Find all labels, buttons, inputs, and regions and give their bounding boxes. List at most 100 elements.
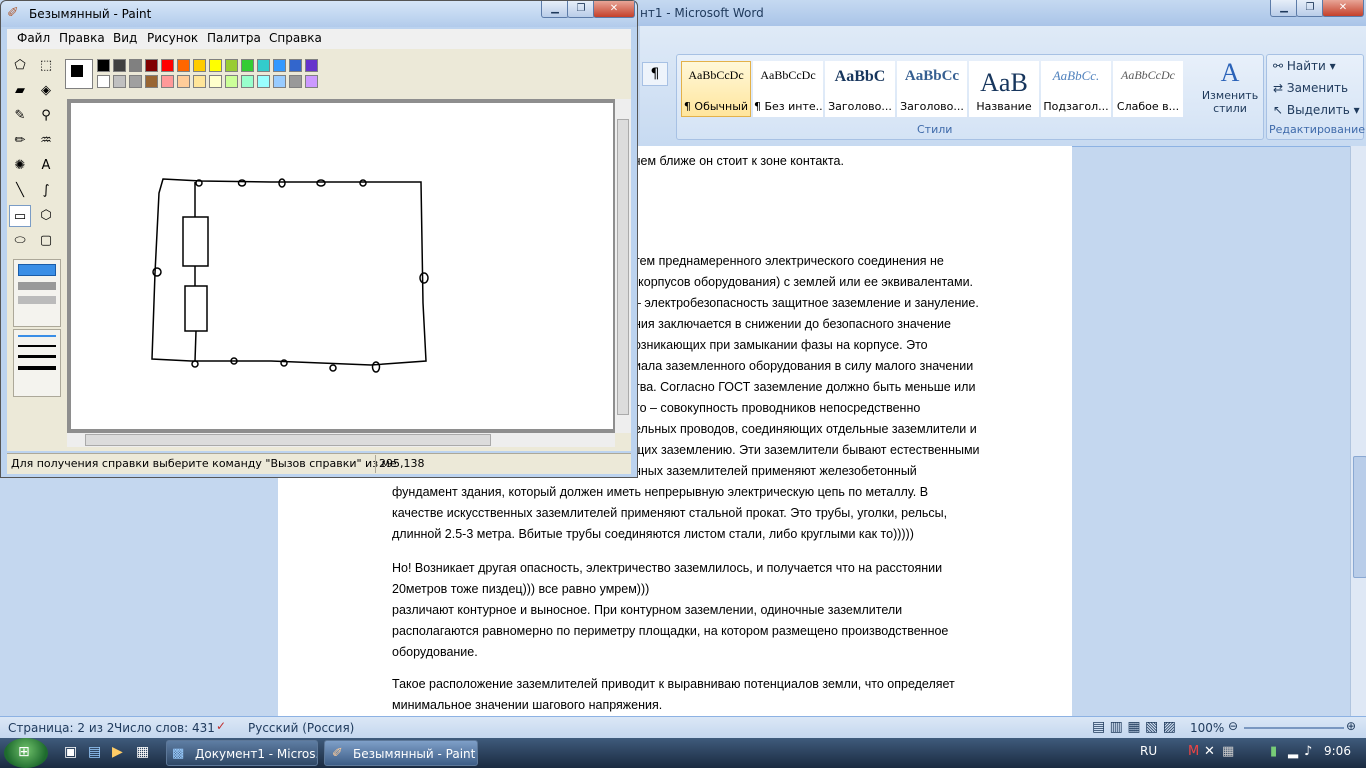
language-bar[interactable]: RU [1140, 744, 1157, 758]
rectangle-icon[interactable]: ▭ [9, 205, 31, 227]
taskbar-word[interactable]: Документ1 - Micros... [166, 740, 318, 766]
palette-swatch[interactable] [113, 75, 126, 88]
palette-swatch[interactable] [305, 75, 318, 88]
palette-swatch[interactable] [145, 59, 158, 72]
paint-titlebar[interactable]: ✐ Безымянный - Paint ▁ ❐ ✕ [1, 1, 637, 27]
style-tile[interactable]: AaBbCc. Подзагол... [1041, 61, 1111, 117]
zoom-in-icon[interactable]: ⊕ [1346, 719, 1356, 733]
word-count[interactable]: Число слов: 431 [114, 721, 215, 735]
palette-swatch[interactable] [273, 75, 286, 88]
palette-swatch[interactable] [257, 59, 270, 72]
tool-options[interactable] [13, 259, 61, 327]
eraser-icon[interactable]: ▰ [9, 80, 31, 102]
menu-palette[interactable]: Палитра [207, 31, 261, 45]
rounded-rect-icon[interactable]: ▢ [35, 230, 57, 252]
show-desktop-icon[interactable]: ▣ [64, 744, 77, 760]
start-button[interactable]: ⊞ [4, 738, 48, 768]
canvas-hscroll-thumb[interactable] [85, 434, 491, 446]
palette-swatch[interactable] [161, 75, 174, 88]
tray-network-icon[interactable]: ▦ [1222, 744, 1234, 759]
menu-edit[interactable]: Правка [59, 31, 105, 45]
palette-swatch[interactable] [129, 59, 142, 72]
line-width-options[interactable] [13, 329, 61, 397]
palette-swatch[interactable] [289, 75, 302, 88]
drawing-canvas[interactable] [71, 103, 613, 429]
palette-swatch[interactable] [289, 59, 302, 72]
palette-swatch[interactable] [97, 59, 110, 72]
zoom-level[interactable]: 100% [1190, 721, 1224, 735]
explorer-icon[interactable]: ▤ [88, 744, 101, 760]
page-count[interactable]: Страница: 2 из 2 [8, 721, 114, 735]
ellipse-icon[interactable]: ⬭ [9, 230, 31, 252]
menu-image[interactable]: Рисунок [147, 31, 198, 45]
taskbar-paint[interactable]: Безымянный - Paint [324, 740, 478, 766]
palette-swatch[interactable] [305, 59, 318, 72]
spelling-check-icon[interactable]: ✓ [216, 719, 226, 733]
palette-swatch[interactable] [209, 59, 222, 72]
palette-swatch[interactable] [193, 59, 206, 72]
signal-icon[interactable]: ▂ [1288, 744, 1298, 759]
style-tile[interactable]: AaBbC Заголово... [825, 61, 895, 117]
tray-security-icon[interactable]: ✕ [1204, 744, 1215, 759]
show-formatting-button[interactable]: ¶ [642, 62, 668, 86]
clock[interactable]: 9:06 [1324, 744, 1351, 758]
polygon-icon[interactable]: ⬡ [35, 205, 57, 227]
menu-help[interactable]: Справка [269, 31, 322, 45]
rect-select-icon[interactable]: ⬚ [35, 55, 57, 77]
color-picker-icon[interactable]: ✎ [9, 105, 31, 127]
palette-swatch[interactable] [225, 59, 238, 72]
airbrush-icon[interactable]: ✺ [9, 155, 31, 177]
palette-swatch[interactable] [241, 59, 254, 72]
curve-icon[interactable]: ∫ [35, 180, 57, 202]
style-tile[interactable]: AaB Название [969, 61, 1039, 117]
palette-swatch[interactable] [113, 59, 126, 72]
word-close-button[interactable]: ✕ [1322, 0, 1364, 17]
select-button[interactable]: ↖ Выделить ▾ [1273, 103, 1360, 117]
folder-icon[interactable]: ▦ [136, 744, 149, 760]
paint-minimize-button[interactable]: ▁ [541, 1, 569, 18]
find-button[interactable]: ⚯ Найти ▾ [1273, 59, 1336, 73]
style-tile[interactable]: AaBbCcDc ¶ Обычный [681, 61, 751, 117]
paint-maximize-button[interactable]: ❐ [567, 1, 595, 18]
media-player-icon[interactable]: ▶ [112, 744, 123, 760]
battery-icon[interactable]: ▮ [1270, 744, 1277, 759]
style-tile[interactable]: AaBbCcDc ¶ Без инте... [753, 61, 823, 117]
palette-swatch[interactable] [209, 75, 222, 88]
paint-close-button[interactable]: ✕ [593, 1, 635, 18]
menu-file[interactable]: Файл [17, 31, 50, 45]
palette-swatch[interactable] [225, 75, 238, 88]
magnifier-icon[interactable]: ⚲ [35, 105, 57, 127]
palette-swatch[interactable] [97, 75, 110, 88]
replace-button[interactable]: ⇄ Заменить [1273, 81, 1348, 95]
canvas-horizontal-scrollbar[interactable] [67, 433, 615, 447]
document-vertical-scrollbar[interactable] [1350, 146, 1366, 716]
volume-icon[interactable]: ♪ [1304, 744, 1312, 759]
palette-swatch[interactable] [273, 59, 286, 72]
palette-swatch[interactable] [161, 59, 174, 72]
language-indicator[interactable]: Русский (Россия) [248, 721, 354, 735]
menu-view[interactable]: Вид [113, 31, 137, 45]
palette-swatch[interactable] [257, 75, 270, 88]
tray-app-icon[interactable]: M [1188, 744, 1199, 759]
brush-icon[interactable]: ♒ [35, 130, 57, 152]
fill-icon[interactable]: ◈ [35, 80, 57, 102]
word-maximize-button[interactable]: ❐ [1296, 0, 1324, 17]
zoom-out-icon[interactable]: ⊖ [1228, 719, 1238, 733]
canvas-vertical-scrollbar[interactable] [615, 99, 631, 433]
line-icon[interactable]: ╲ [9, 180, 31, 202]
scrollbar-thumb[interactable] [1353, 456, 1366, 578]
style-tile[interactable]: AaBbCcDc Слабое в... [1113, 61, 1183, 117]
zoom-slider[interactable] [1244, 727, 1344, 729]
free-select-icon[interactable]: ⬠ [9, 55, 31, 77]
pencil-icon[interactable]: ✏ [9, 130, 31, 152]
palette-swatch[interactable] [129, 75, 142, 88]
palette-swatch[interactable] [193, 75, 206, 88]
word-minimize-button[interactable]: ▁ [1270, 0, 1298, 17]
text-icon[interactable]: A [35, 155, 57, 177]
palette-swatch[interactable] [145, 75, 158, 88]
change-styles-button[interactable]: A Изменить стили [1197, 57, 1263, 121]
current-colors[interactable] [65, 59, 93, 89]
palette-swatch[interactable] [241, 75, 254, 88]
view-buttons[interactable]: ▤ ▥ ▦ ▧ ▨ [1092, 719, 1176, 735]
canvas-vscroll-thumb[interactable] [617, 119, 629, 415]
